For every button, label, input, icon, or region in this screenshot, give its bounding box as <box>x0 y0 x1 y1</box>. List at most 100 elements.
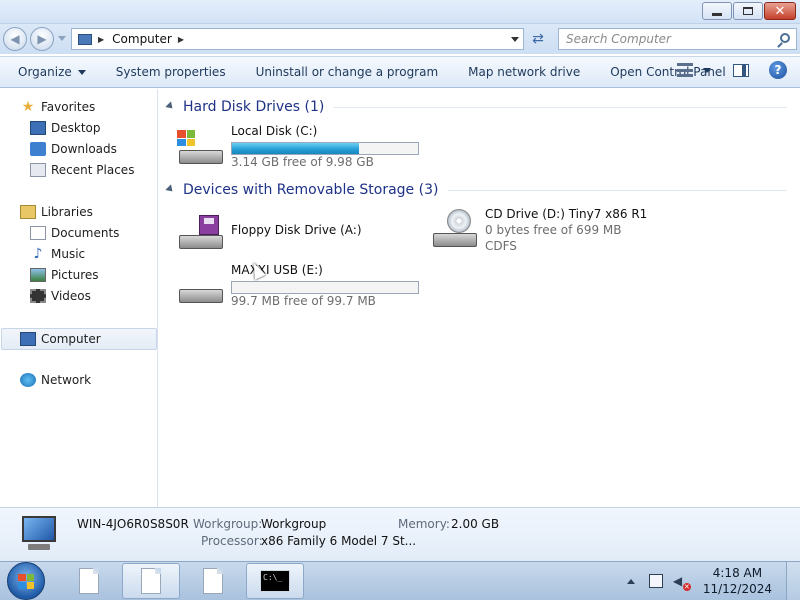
preview-pane-icon[interactable] <box>733 63 749 77</box>
workgroup-value: Workgroup <box>261 517 327 531</box>
map-network-drive-button[interactable]: Map network drive <box>453 60 595 84</box>
window-controls: ✕ <box>701 2 796 20</box>
command-prompt-icon: C:\_ <box>260 570 290 592</box>
taskbar-button-document-1[interactable] <box>60 563 118 599</box>
show-hidden-icons-icon[interactable] <box>626 578 635 584</box>
cd-drive-icon <box>431 209 479 247</box>
drive-a[interactable]: Floppy Disk Drive (A:) <box>177 209 427 261</box>
sidebar-item-downloads[interactable]: Downloads <box>30 139 117 159</box>
address-history-dropdown[interactable] <box>511 37 519 42</box>
system-properties-button[interactable]: System properties <box>101 60 241 84</box>
back-button[interactable]: ◀ <box>3 27 27 51</box>
documents-icon <box>30 226 46 240</box>
recent-places-icon <box>30 163 46 177</box>
sidebar-item-label: Videos <box>51 289 91 303</box>
maximize-button[interactable] <box>733 2 763 20</box>
breadcrumb-separator-icon[interactable]: ▶ <box>98 35 104 44</box>
windows-logo-icon <box>18 574 34 589</box>
address-row: ◀ ▶ ▶ Computer ▶ ⇄ <box>0 24 800 54</box>
sidebar-item-desktop[interactable]: Desktop <box>30 118 101 138</box>
sidebar-item-recent-places[interactable]: Recent Places <box>30 160 134 180</box>
downloads-icon <box>30 142 46 156</box>
drive-c[interactable]: Local Disk (C:) 3.14 GB free of 9.98 GB <box>177 124 427 176</box>
organize-label: Organize <box>18 65 72 79</box>
back-arrow-icon: ◀ <box>10 32 20 46</box>
command-bar: Organize System properties Uninstall or … <box>0 56 800 88</box>
hard-drive-icon <box>177 130 225 164</box>
forward-button[interactable]: ▶ <box>30 27 54 51</box>
drive-free-space: 99.7 MB free of 99.7 MB <box>231 294 376 308</box>
sidebar-item-favorites[interactable]: ★ Favorites <box>20 97 96 117</box>
drive-name: Local Disk (C:) <box>231 124 318 138</box>
document-icon <box>141 568 161 594</box>
sidebar-item-label: Documents <box>51 226 120 240</box>
search-box[interactable] <box>558 28 797 50</box>
sidebar-item-label: Network <box>41 373 92 387</box>
address-bar[interactable]: ▶ Computer ▶ <box>71 28 524 50</box>
close-button[interactable]: ✕ <box>764 2 796 20</box>
workgroup-label: Workgroup: <box>193 517 263 531</box>
star-icon: ★ <box>21 99 35 115</box>
processor-label: Processor: <box>201 534 263 548</box>
drive-usage-bar <box>231 142 419 155</box>
sidebar-item-documents[interactable]: Documents <box>30 223 119 243</box>
details-pane: WIN-4JO6R0S8S0R Workgroup: Workgroup Mem… <box>0 507 800 561</box>
search-icon[interactable] <box>780 33 790 43</box>
processor-value: x86 Family 6 Model 7 St... <box>261 534 417 548</box>
drive-usage-fill <box>232 143 360 154</box>
search-input[interactable] <box>566 32 776 46</box>
sidebar-item-videos[interactable]: Videos <box>30 286 91 306</box>
help-icon[interactable]: ? <box>769 61 787 79</box>
volume-muted-icon[interactable]: ◀ ✕ <box>673 574 691 591</box>
group-title: Hard Disk Drives (1) <box>183 99 325 115</box>
breadcrumb-chevron-icon[interactable]: ▶ <box>178 35 184 44</box>
refresh-icon: ⇄ <box>532 31 544 47</box>
sidebar-item-label: Music <box>51 247 86 261</box>
sidebar-item-label: Recent Places <box>51 163 135 177</box>
group-header-hard-disk[interactable]: Hard Disk Drives (1) <box>165 97 787 117</box>
breadcrumb-computer[interactable]: Computer <box>112 32 172 46</box>
taskbar-button-command-prompt[interactable]: C:\_ <box>246 563 304 599</box>
sidebar-item-label: Favorites <box>41 100 96 114</box>
document-icon <box>79 568 99 594</box>
sidebar-item-pictures[interactable]: Pictures <box>30 265 99 285</box>
clock[interactable]: 4:18 AM 11/12/2024 <box>703 565 772 597</box>
windows-logo-icon <box>177 130 195 146</box>
computer-icon <box>78 33 92 45</box>
maximize-icon <box>743 7 753 15</box>
group-title: Devices with Removable Storage (3) <box>183 182 439 198</box>
navigation-pane: ★ Favorites Desktop Downloads Recent Plac… <box>0 89 158 507</box>
view-options-dropdown[interactable] <box>703 67 711 73</box>
drive-free-space: 0 bytes free of 699 MB <box>485 223 622 237</box>
sidebar-item-music[interactable]: ♪ Music <box>30 244 86 264</box>
minimize-icon <box>712 12 722 16</box>
drive-name: MAXXI USB (E:) <box>231 263 323 277</box>
network-status-icon[interactable] <box>648 574 663 588</box>
recent-pages-dropdown[interactable] <box>58 36 66 41</box>
refresh-button[interactable]: ⇄ <box>527 29 549 49</box>
taskbar-button-document-3[interactable] <box>184 563 242 599</box>
computer-icon <box>20 332 36 346</box>
sidebar-item-computer[interactable]: Computer <box>20 329 101 349</box>
drive-filesystem: CDFS <box>485 239 517 253</box>
memory-value: 2.00 GB <box>451 517 500 531</box>
show-desktop-button[interactable] <box>786 562 800 600</box>
uninstall-program-button[interactable]: Uninstall or change a program <box>241 60 454 84</box>
memory-label: Memory: <box>398 517 450 531</box>
sidebar-item-network[interactable]: Network <box>20 370 91 390</box>
collapse-chevron-icon <box>165 101 176 112</box>
system-tray: ◀ ✕ 4:18 AM 11/12/2024 <box>626 562 800 600</box>
drive-e[interactable]: MAXXI USB (E:) 99.7 MB free of 99.7 MB <box>177 263 427 315</box>
minimize-button[interactable] <box>702 2 732 20</box>
taskbar-button-document-2[interactable] <box>122 563 180 599</box>
floppy-disk-icon <box>199 215 219 235</box>
change-view-icon[interactable] <box>677 63 693 77</box>
sidebar-item-libraries[interactable]: Libraries <box>20 202 93 222</box>
floppy-drive-icon <box>177 215 225 249</box>
desktop-icon <box>30 121 46 135</box>
group-header-removable[interactable]: Devices with Removable Storage (3) <box>165 180 787 200</box>
start-button[interactable] <box>7 562 45 600</box>
sidebar-item-label: Downloads <box>51 142 117 156</box>
drive-d[interactable]: CD Drive (D:) Tiny7 x86 R1 0 bytes free … <box>431 207 681 259</box>
organize-button[interactable]: Organize <box>0 60 101 84</box>
